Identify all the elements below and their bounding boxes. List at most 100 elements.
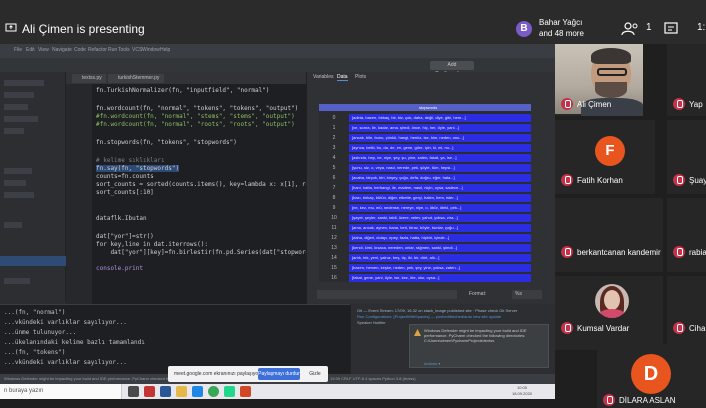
project-tree-row[interactable] [4,180,26,186]
project-tree-row[interactable] [4,92,34,98]
table-row[interactable]: 15 [bazen, hemen, keşke, neden, pek, şey,… [319,263,531,273]
pycharm-icon[interactable] [224,386,235,397]
people-count: 1 [646,22,652,33]
row-index: 1 [332,125,336,131]
format-label: Format: [469,291,487,297]
project-tree-selected[interactable] [0,256,66,266]
menu-refactor[interactable]: Refactor [88,47,107,53]
notification-actions-link[interactable]: Actions ▾ [424,361,440,366]
participant-tile-kumsal[interactable]: Kumsal Vardar [555,276,663,350]
task-view-icon[interactable] [128,386,139,397]
table-row[interactable]: 12 [daha, diğeri, dolayı, epey, fazla, ha… [319,233,531,243]
tab-data[interactable]: Data [337,74,348,81]
table-row[interactable]: 2 [ancak, bile, bunu, çünkü, hangi, henüz… [319,133,531,143]
participant-tile[interactable]: Şuay [667,120,706,194]
table-row[interactable]: 4 [aslında, hep, ne, niye, şey, şu, yine,… [319,153,531,163]
table-row[interactable]: 14 [artık, tek, yeni, yalnız, beş, üç, ik… [319,253,531,263]
project-tree-row[interactable] [4,168,32,174]
editor-tab[interactable]: turkishStemmer.py [108,74,164,83]
table-row[interactable]: 10 [şayet, şeyler, sanki, tabii, üzere, v… [319,213,531,223]
add-configuration-button[interactable]: Add Configuration... [430,61,474,77]
people-icon[interactable] [620,22,642,36]
project-tree-row[interactable] [4,80,44,86]
table-row[interactable]: 16 [fakat, gene, yani, öyle, ise, kez, öt… [319,273,531,283]
console-line: ...ünme tulunuyor... [4,329,77,336]
menu-file[interactable]: File [14,47,22,53]
table-row[interactable]: 7 [hani, hatta, herhangi, ile, madem, nas… [319,183,531,193]
table-row[interactable]: 13 [kendi, kimi, kısaca, nereden, onlar, … [319,243,531,253]
menu-vcs[interactable]: VCS [132,47,142,53]
menu-tools[interactable]: Tools [118,47,130,53]
ide-toolbar: Add Configuration... [0,58,555,77]
project-tree-row[interactable] [4,192,34,198]
data-table[interactable]: stopwords 0 [adeta, bazen, birkaç, bir, b… [319,104,531,282]
taskbar-search-placeholder: n buraya yazın [4,388,44,394]
table-row[interactable]: 0 [adeta, bazen, birkaç, bir, biz, çok, d… [319,113,531,123]
hide-share-bar-button[interactable]: Gizle [306,368,324,380]
edge-icon[interactable] [192,386,203,397]
row-cell: [ve, sonra, ile, kadar, ama, şimdi, önce… [349,124,531,132]
editor-tab[interactable]: textss.py [72,74,106,83]
table-row[interactable]: 1 [ve, sonra, ile, kadar, ama, şimdi, önc… [319,123,531,133]
participants-pill[interactable]: B Bahar Yağcı and 48 more [516,17,596,43]
participant-tile[interactable]: Yap [667,44,706,116]
tab-variables[interactable]: Variables [313,74,333,80]
participant-tile-ali[interactable]: Ali Çimen [555,44,643,116]
taskbar-search[interactable]: n buraya yazın [0,384,122,399]
table-row[interactable]: 11 [ama, ancak, aynen, bana, beri, biraz,… [319,223,531,233]
table-column-header: stopwords [419,105,438,110]
code-editor[interactable]: fn.TurkishNormalizer(fn, "inputfield", "… [66,84,349,304]
project-tree-row[interactable] [4,278,30,284]
code-line: counts=fn.counts [96,173,154,180]
row-cell: [bazı, birkaç, bütün, diğer, elbette, ge… [349,194,531,202]
folder-icon[interactable] [176,386,187,397]
menu-window[interactable]: Window [142,47,160,53]
menu-help[interactable]: Help [160,47,170,53]
table-row[interactable]: 5 [şunu, siz, o, veya, nasıl, nerede, pek… [319,163,531,173]
row-cell: [ancak, bile, bunu, çünkü, hangi, henüz,… [349,134,531,142]
chat-icon[interactable] [660,22,682,36]
avatar-face [604,290,620,310]
project-tree-row[interactable] [4,116,38,122]
format-input[interactable]: %s [512,290,542,299]
row-index: 2 [332,135,336,141]
app-icon[interactable] [144,386,155,397]
console-line: ...(fn, "normal") [4,309,66,316]
menu-run[interactable]: Run [108,47,117,53]
menu-edit[interactable]: Edit [26,47,35,53]
stop-sharing-button[interactable]: Paylaşmayı durdur [258,368,300,380]
table-row[interactable]: 6 [acaba, birçok, biri, birşey, çoğu, def… [319,173,531,183]
project-tree-row[interactable] [4,104,28,110]
filter-input[interactable] [317,290,457,299]
mic-muted-icon [673,246,685,258]
participant-name: DİLARA ASLAN [619,396,676,405]
row-cell: [acaba, birçok, biri, birşey, çoğu, defa… [349,174,531,182]
table-row[interactable]: 3 [ayrıca, belki, bu, da, de, en, gene, g… [319,143,531,153]
participant-tile-berkant[interactable]: berkantcanan kandemir [555,198,663,272]
project-tree-row[interactable] [4,222,22,228]
participant-tile-dilara[interactable]: D DİLARA ASLAN [597,344,706,408]
project-tree-row[interactable] [4,128,24,134]
chrome-icon[interactable] [208,386,219,397]
powerpoint-icon[interactable] [240,386,251,397]
menu-navigate[interactable]: Navigate [52,47,72,53]
word-icon[interactable] [160,386,171,397]
row-index: 5 [332,165,336,171]
participant-tile[interactable]: rabia [667,198,706,272]
table-row[interactable]: 8 [bazı, birkaç, bütün, diğer, elbette, g… [319,193,531,203]
console-line: ...vkündeki varlıklar sayılıyor... [4,359,127,366]
tray-date: 18.09.2020 [512,391,533,396]
participant-grid: Ali Çimen Yap F Fatih Korhan Şuay berkan… [555,44,706,408]
menu-code[interactable]: Code [74,47,86,53]
participant-tile-fatih[interactable]: F Fatih Korhan [555,120,655,194]
console-line: ...vkündeki varlıklar sayılıyor... [4,319,127,326]
row-index: 12 [331,235,337,241]
table-row[interactable]: 9 [ne, kez, mu, mü, nedense, nereye, niye… [319,203,531,213]
system-tray-clock[interactable]: 10:05 18.09.2020 [512,385,532,397]
participant-tile[interactable]: Ciha [667,276,706,350]
python-console[interactable]: ...(fn, "normal") ...vkündeki varlıklar … [0,304,350,374]
tab-plots[interactable]: Plots [355,74,366,80]
row-index: 0 [332,115,336,121]
menu-view[interactable]: View [38,47,49,53]
event-log-line[interactable]: Run Configurations: [ProjectWithSpaces] … [357,314,501,319]
